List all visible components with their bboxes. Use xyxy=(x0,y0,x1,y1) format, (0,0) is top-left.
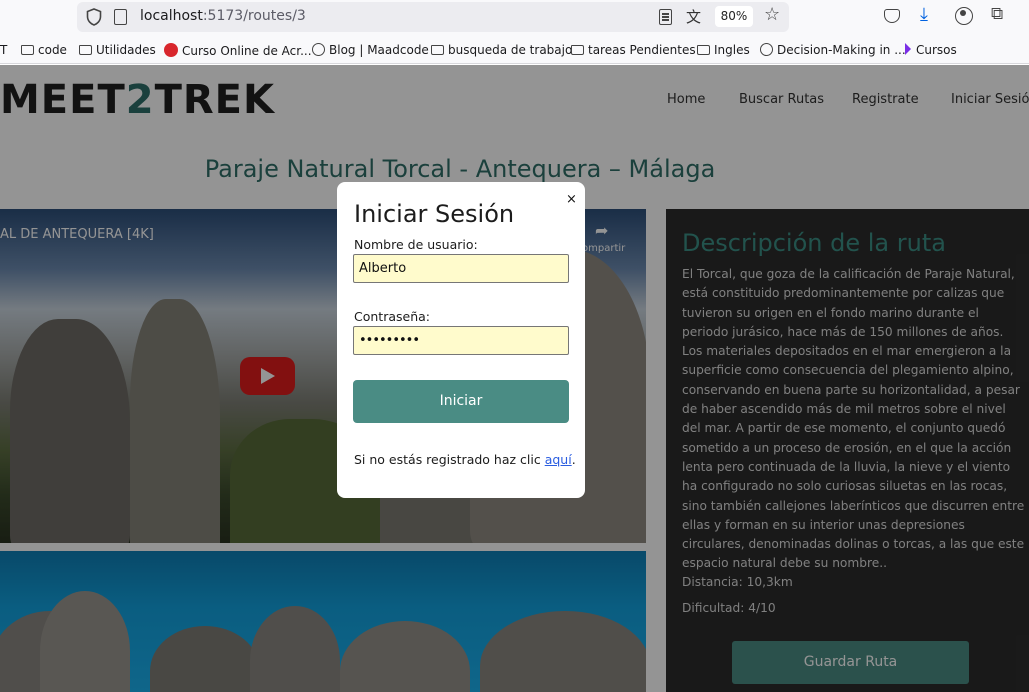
zoom-level[interactable]: 80% xyxy=(715,6,753,27)
globe-icon xyxy=(760,43,773,56)
username-label: Nombre de usuario: xyxy=(354,237,478,252)
folder-icon xyxy=(21,45,34,55)
login-submit-button[interactable]: Iniciar xyxy=(353,380,569,423)
reader-view-icon[interactable] xyxy=(659,9,672,25)
url-path: :5173/routes/3 xyxy=(202,8,306,24)
bookmark-label: Cursos xyxy=(916,43,957,57)
globe-icon xyxy=(312,43,325,56)
page-icon[interactable] xyxy=(114,9,127,25)
url-host: localhost xyxy=(140,8,203,24)
download-icon[interactable]: ⤓ xyxy=(920,4,928,25)
bookmark-item[interactable]: Decision-Making in ... xyxy=(760,43,906,57)
login-modal: × Iniciar Sesión Nombre de usuario: Albe… xyxy=(337,182,585,498)
folder-icon xyxy=(79,45,92,55)
bookmark-item[interactable]: Cursos xyxy=(905,43,957,57)
browser-toolbar: localhost:5173/routes/3 文 80% ☆ ⤓ ⧉ xyxy=(0,0,1029,36)
page: MEET2TREK Home Buscar Rutas Registrate I… xyxy=(0,65,1029,692)
bookmark-label: Curso Online de Acr... xyxy=(182,44,312,58)
folder-icon xyxy=(697,45,710,55)
bookmark-item[interactable]: Ingles xyxy=(697,43,750,57)
bookmark-item[interactable]: Utilidades xyxy=(79,43,156,57)
site-logo-icon xyxy=(164,43,178,57)
register-text: Si no estás registrado haz clic xyxy=(354,452,545,467)
bookmark-label: busqueda de trabajo xyxy=(448,43,573,57)
bookmark-star-icon[interactable]: ☆ xyxy=(764,4,780,25)
extensions-icon[interactable]: ⧉ xyxy=(991,4,1003,24)
bookmark-item[interactable]: tareas Pendientes xyxy=(571,43,696,57)
password-label: Contraseña: xyxy=(354,309,430,324)
bookmark-label: Ingles xyxy=(714,43,750,57)
folder-icon xyxy=(571,45,584,55)
bookmark-label: Decision-Making in ... xyxy=(777,43,906,57)
account-icon[interactable] xyxy=(955,7,973,25)
shield-icon[interactable] xyxy=(86,8,102,26)
register-end: . xyxy=(571,452,576,467)
chevron-icon xyxy=(905,43,911,55)
bookmark-item[interactable]: T xyxy=(0,43,7,57)
bookmark-item[interactable]: Blog | Maadcode xyxy=(312,43,429,57)
password-input[interactable]: ••••••••• xyxy=(353,326,569,355)
bookmark-item[interactable]: code xyxy=(21,43,67,57)
bookmark-label: Blog | Maadcode xyxy=(329,43,429,57)
bookmarks-bar: T code Utilidades Curso Online de Acr...… xyxy=(0,36,1029,64)
translate-icon[interactable]: 文 xyxy=(686,6,701,27)
username-input[interactable]: Alberto xyxy=(353,254,569,283)
bookmark-label: code xyxy=(38,43,67,57)
modal-title: Iniciar Sesión xyxy=(354,200,515,228)
bookmark-label: Utilidades xyxy=(96,43,156,57)
bookmark-label: T xyxy=(0,43,8,57)
register-link[interactable]: aquí xyxy=(545,452,572,467)
bookmark-item[interactable]: busqueda de trabajo xyxy=(431,43,572,57)
register-prompt: Si no estás registrado haz clic aquí. xyxy=(354,452,576,467)
bookmark-label: tareas Pendientes xyxy=(588,43,696,57)
url-text[interactable]: localhost:5173/routes/3 xyxy=(140,8,306,24)
bookmark-item[interactable]: Curso Online de Acr... xyxy=(164,43,312,58)
close-icon[interactable]: × xyxy=(566,192,577,207)
pocket-icon[interactable] xyxy=(884,9,900,23)
folder-icon xyxy=(431,45,444,55)
